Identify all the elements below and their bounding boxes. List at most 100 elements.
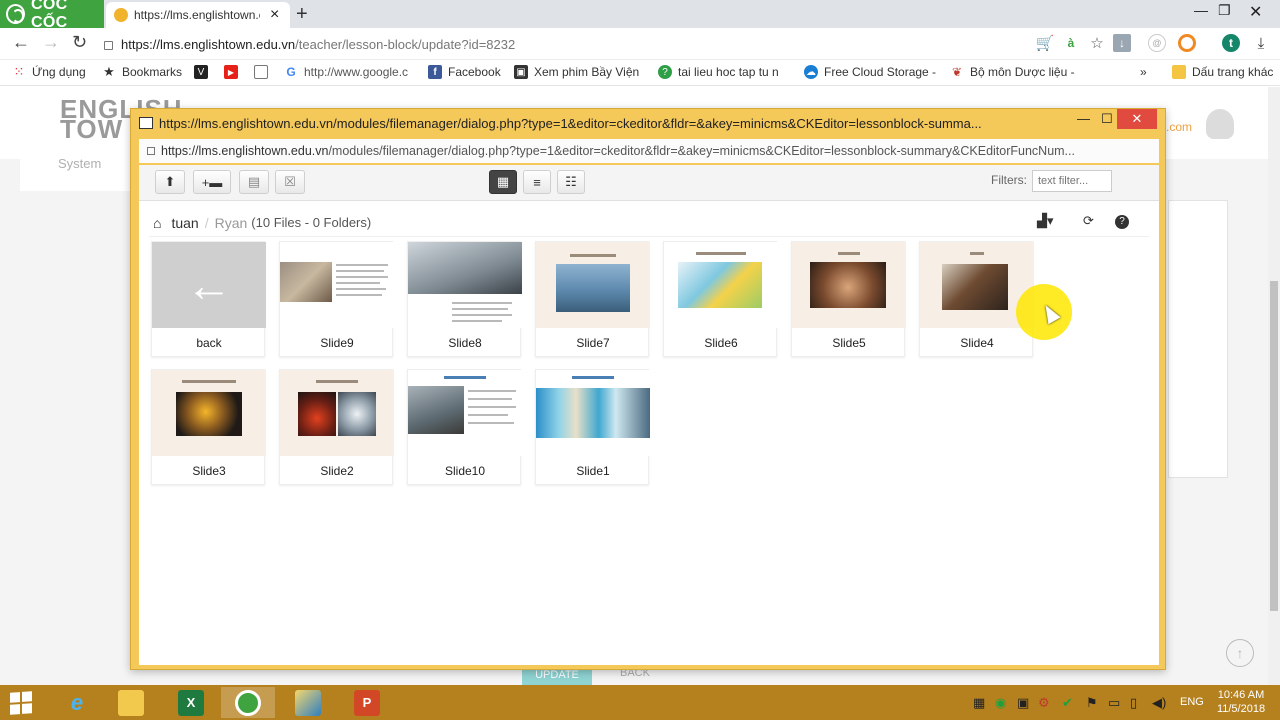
green-circle-icon: ?: [658, 65, 672, 79]
new-folder-button[interactable]: +▬: [193, 170, 231, 194]
bookmark-youtube[interactable]: ▶: [224, 65, 244, 79]
file-manager-toolbar: ⬆ +▬ ▤ ☒ ▦ ≡ ☷ Filters:: [139, 165, 1159, 201]
bookmark-facebook[interactable]: f Facebook: [428, 65, 501, 79]
download-icon[interactable]: ⤓: [1252, 34, 1270, 52]
popup-url-path: /modules/filemanager/dialog.php?type=1&e…: [328, 144, 1075, 158]
filter-input[interactable]: [1032, 170, 1112, 192]
excel-icon: X: [178, 689, 204, 716]
reload-icon[interactable]: ↻: [72, 32, 87, 53]
file-tile[interactable]: Slide7: [535, 241, 650, 357]
file-tile[interactable]: Slide1: [535, 369, 650, 485]
bookmark-page[interactable]: [254, 65, 274, 79]
grid-view-button[interactable]: ▦: [489, 170, 517, 194]
popup-title-bar[interactable]: https://lms.englishtown.edu.vn/modules/f…: [131, 109, 1165, 137]
extension-icon[interactable]: @: [1148, 34, 1166, 52]
bookmark-other[interactable]: Dấu trang khác: [1172, 65, 1273, 79]
taskbar-excel[interactable]: X: [164, 687, 218, 718]
tray-network-icon[interactable]: ▦: [973, 695, 985, 711]
user-avatar[interactable]: [1206, 109, 1234, 139]
translate-icon[interactable]: à: [1062, 34, 1080, 52]
sort-icon[interactable]: ▟▾: [1037, 213, 1054, 229]
browser-brand[interactable]: CỐC CỐC: [0, 0, 104, 31]
popup-close-button[interactable]: ✕: [1117, 109, 1157, 129]
address-bar[interactable]: https://lms.englishtown.edu.vn/teacher/l…: [104, 31, 1134, 57]
tray-volume-icon[interactable]: ◀): [1152, 695, 1166, 711]
bookmarks-overflow-icon[interactable]: »: [1140, 65, 1147, 79]
bookmark-apps[interactable]: ⁙ Ứng dụng: [12, 64, 86, 79]
forward-arrow-icon[interactable]: →: [42, 32, 60, 53]
bookmark-phim[interactable]: ▣ Xem phim Bầy Viện: [514, 65, 639, 79]
lock-icon: [104, 40, 113, 50]
cart-icon[interactable]: 🛒: [1036, 34, 1055, 52]
browser-tab[interactable]: https://lms.englishtown.e ×: [106, 2, 290, 28]
taskbar-powerpoint[interactable]: P: [340, 687, 394, 718]
file-name: Slide2: [320, 464, 354, 478]
tray-check-icon[interactable]: ✔: [1062, 695, 1073, 711]
bookmark-v[interactable]: V: [194, 65, 214, 79]
windows-start-icon[interactable]: [10, 691, 32, 715]
bookmark-cloud[interactable]: ☁ Free Cloud Storage -: [804, 65, 936, 79]
tray-security-icon[interactable]: ⚙: [1038, 695, 1050, 711]
scrollbar-thumb[interactable]: [1270, 281, 1278, 611]
input-language[interactable]: ENG: [1180, 696, 1204, 708]
tray-window-icon[interactable]: ▣: [1017, 695, 1029, 711]
file-tile[interactable]: Slide4: [919, 241, 1034, 357]
page-scrollbar[interactable]: [1268, 87, 1280, 685]
leaf-icon: ❦: [951, 65, 963, 79]
file-tile[interactable]: Slide6: [663, 241, 778, 357]
bookmark-google[interactable]: Ghttp://www.google.c: [284, 65, 408, 79]
scroll-top-icon[interactable]: ↑: [1226, 639, 1254, 667]
bookmark-star-icon[interactable]: ☆: [1088, 34, 1106, 52]
tray-wifi-icon[interactable]: ◉: [995, 695, 1006, 711]
refresh-icon[interactable]: ⟳: [1083, 213, 1094, 229]
columns-view-button[interactable]: ☷: [557, 170, 585, 194]
upload-button[interactable]: ⬆: [155, 170, 185, 194]
clear-clipboard-button[interactable]: ☒: [275, 170, 305, 194]
new-folder-icon: +▬: [201, 174, 223, 190]
slide-thumbnail: [408, 370, 522, 456]
bookmark-tailieu[interactable]: ? tai lieu hoc tap tu n: [658, 65, 779, 79]
new-tab-button[interactable]: +: [296, 3, 308, 26]
taskbar-paint[interactable]: [281, 687, 335, 718]
list-view-button[interactable]: ≡: [523, 170, 551, 194]
file-tile[interactable]: Slide5: [791, 241, 906, 357]
file-tile[interactable]: Slide9: [279, 241, 394, 357]
breadcrumb-parent[interactable]: tuan: [171, 215, 198, 231]
taskbar-internet-explorer[interactable]: e: [50, 687, 104, 718]
back-arrow-icon[interactable]: ←: [12, 32, 30, 53]
home-icon[interactable]: ⌂: [153, 215, 161, 231]
taskbar-file-explorer[interactable]: [104, 687, 158, 718]
popup-url-host: https://lms.englishtown.edu.vn: [161, 144, 329, 158]
file-tile[interactable]: Slide10: [407, 369, 522, 485]
filters-label: Filters:: [991, 173, 1027, 187]
clipboard-clear-icon: ☒: [284, 174, 296, 189]
file-tile[interactable]: Slide3: [151, 369, 266, 485]
tab-close-icon[interactable]: ×: [270, 6, 279, 24]
slide-thumbnail: [792, 242, 906, 328]
bookmark-bookmarks[interactable]: ★ Bookmarks: [102, 64, 182, 79]
account-avatar[interactable]: t: [1222, 34, 1240, 52]
file-name: Slide9: [320, 336, 354, 350]
tray-display-icon[interactable]: ▭: [1108, 695, 1120, 711]
file-name: Slide8: [448, 336, 482, 350]
tray-battery-icon[interactable]: ▯: [1130, 695, 1137, 711]
popup-minimize-icon[interactable]: —: [1077, 111, 1090, 126]
cloud-icon: ☁: [804, 65, 818, 79]
tray-flag-icon[interactable]: ⚑: [1086, 695, 1098, 711]
bookmark-duoclieu[interactable]: ❦ Bộ môn Dược liệu -: [950, 65, 1075, 79]
paste-button[interactable]: ▤: [239, 170, 269, 194]
file-tile[interactable]: Slide8: [407, 241, 522, 357]
popup-maximize-icon[interactable]: ☐: [1101, 111, 1113, 127]
taskbar-coccoc[interactable]: [221, 687, 275, 718]
close-window-icon[interactable]: ✕: [1249, 2, 1262, 22]
minimize-window-icon[interactable]: —: [1194, 2, 1208, 18]
back-tile[interactable]: ← back: [151, 241, 266, 357]
system-clock[interactable]: 10:46 AM 11/5/2018: [1208, 688, 1274, 716]
help-icon[interactable]: ?: [1115, 215, 1129, 229]
file-manager: ⬆ +▬ ▤ ☒ ▦ ≡ ☷ Filters: ⌂ tuan / Ryan (1…: [139, 165, 1159, 665]
restore-window-icon[interactable]: ❐: [1218, 2, 1231, 19]
popup-address-bar[interactable]: https://lms.englishtown.edu.vn/modules/f…: [139, 139, 1159, 163]
file-tile[interactable]: Slide2: [279, 369, 394, 485]
coccoc-extension-icon[interactable]: [1178, 34, 1196, 52]
download-manager-icon[interactable]: ↓: [1113, 34, 1131, 52]
